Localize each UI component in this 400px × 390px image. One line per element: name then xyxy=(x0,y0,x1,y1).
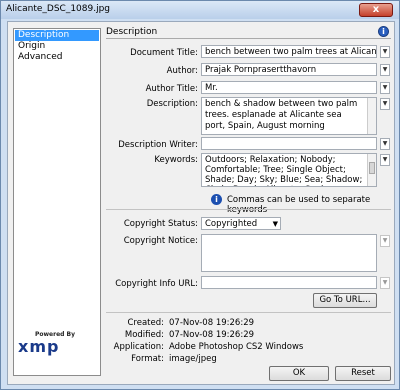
copyright-status-value: Copyrighted xyxy=(205,219,258,229)
copyright-notice-dropdown-icon[interactable]: ▼ xyxy=(380,235,390,247)
copyright-url-dropdown-icon[interactable]: ▼ xyxy=(380,277,390,289)
description-writer-field[interactable] xyxy=(201,137,377,150)
keywords-dropdown-icon[interactable]: ▼ xyxy=(380,154,390,166)
author-dropdown-icon[interactable]: ▼ xyxy=(380,64,390,76)
section-divider xyxy=(106,38,391,39)
copyright-status-label: Copyright Status: xyxy=(123,219,198,229)
copyright-url-label: Copyright Info URL: xyxy=(115,279,198,289)
document-title-dropdown-icon[interactable]: ▼ xyxy=(380,46,390,58)
dialog-body: Description Origin Advanced Powered By x… xyxy=(7,21,395,385)
document-title-field[interactable]: bench between two palm trees at Alicante… xyxy=(201,45,377,58)
application-value: Adobe Photoshop CS2 Windows xyxy=(169,342,304,352)
description-writer-dropdown-icon[interactable]: ▼ xyxy=(380,138,390,150)
document-title-label: Document Title: xyxy=(130,48,198,58)
reset-button[interactable]: Reset xyxy=(335,366,391,381)
description-scrollbar[interactable] xyxy=(367,98,376,134)
copyright-notice-field[interactable] xyxy=(201,234,377,272)
go-to-url-button[interactable]: Go To URL... xyxy=(313,293,377,308)
ok-button[interactable]: OK xyxy=(269,366,329,381)
keywords-scroll-thumb[interactable] xyxy=(369,162,375,174)
keywords-text: Outdoors; Relaxation; Nobody; Comfortabl… xyxy=(205,155,363,186)
format-value: image/jpeg xyxy=(169,354,217,364)
divider xyxy=(106,209,391,210)
description-dropdown-icon[interactable]: ▼ xyxy=(380,98,390,110)
created-value: 07-Nov-08 19:26:29 xyxy=(169,318,255,328)
modified-value: 07-Nov-08 19:26:29 xyxy=(169,330,255,340)
keywords-scrollbar[interactable] xyxy=(367,154,376,186)
modified-label: Modified: xyxy=(124,330,164,340)
created-label: Created: xyxy=(127,318,164,328)
category-list: Description Origin Advanced xyxy=(13,28,101,376)
description-writer-label: Description Writer: xyxy=(118,140,198,150)
section-title: Description xyxy=(106,27,158,37)
author-field[interactable]: Prajak Pornprasertthavorn xyxy=(201,63,377,76)
close-icon: x xyxy=(372,4,380,15)
nav-item-advanced[interactable]: Advanced xyxy=(15,52,99,63)
file-info-dialog: Alicante_DSC_1089.jpg x Description Orig… xyxy=(0,0,400,390)
format-label: Format: xyxy=(131,354,164,364)
copyright-notice-label: Copyright Notice: xyxy=(123,236,198,246)
chevron-down-icon: ▼ xyxy=(272,220,278,228)
divider xyxy=(106,312,391,313)
info-icon: i xyxy=(211,194,222,205)
author-title-label: Author Title: xyxy=(145,84,198,94)
description-field[interactable]: bench & shadow between two palm trees. e… xyxy=(201,97,377,135)
keywords-field[interactable]: Outdoors; Relaxation; Nobody; Comfortabl… xyxy=(201,153,377,187)
author-label: Author: xyxy=(166,66,198,76)
close-button[interactable]: x xyxy=(359,3,393,17)
title-bar[interactable]: Alicante_DSC_1089.jpg x xyxy=(1,1,399,19)
application-label: Application: xyxy=(113,342,164,352)
xmp-logo: xmp xyxy=(18,337,60,356)
description-text: bench & shadow between two palm trees. e… xyxy=(205,99,358,131)
keywords-hint: Commas can be used to separate keywords xyxy=(227,195,371,215)
keywords-label: Keywords: xyxy=(154,155,198,165)
window-title: Alicante_DSC_1089.jpg xyxy=(6,4,111,14)
nav-item-description[interactable]: Description xyxy=(15,30,99,41)
author-title-field[interactable]: Mr. xyxy=(201,81,377,94)
copyright-url-field[interactable] xyxy=(201,276,377,289)
copyright-status-select[interactable]: Copyrighted ▼ xyxy=(201,217,281,230)
nav-item-origin[interactable]: Origin xyxy=(15,41,99,52)
description-label: Description: xyxy=(146,99,198,109)
info-icon[interactable]: i xyxy=(378,26,389,37)
author-title-dropdown-icon[interactable]: ▼ xyxy=(380,82,390,94)
